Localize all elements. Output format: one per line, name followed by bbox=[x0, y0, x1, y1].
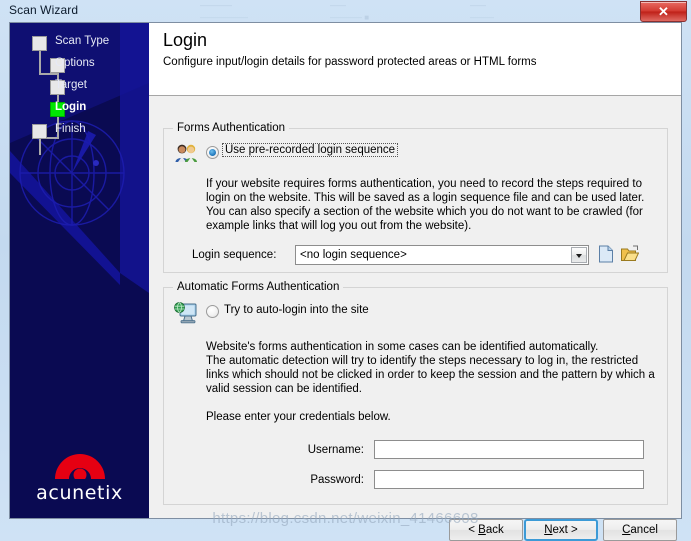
password-input[interactable] bbox=[374, 470, 644, 489]
acunetix-wordmark: acunetix bbox=[36, 482, 123, 504]
forms-authentication-description: If your website requires forms authentic… bbox=[206, 178, 645, 232]
next-button[interactable]: Next > bbox=[524, 519, 598, 541]
close-button[interactable]: ✕ bbox=[640, 1, 687, 22]
title-bar: Scan Wizard ———— —————— —— ———— ■ —— ———… bbox=[0, 0, 691, 22]
sidebar-step-finish[interactable]: Finish bbox=[10, 121, 149, 143]
step-label: Login bbox=[55, 101, 87, 113]
open-folder-icon[interactable] bbox=[621, 245, 639, 263]
page-title: Login bbox=[163, 30, 208, 50]
next-accel: N bbox=[544, 524, 553, 536]
computer-globe-icon bbox=[174, 302, 197, 324]
sidebar-step-options[interactable]: Options bbox=[10, 55, 149, 77]
wizard-step-list: Scan Type Options Target Login Finish bbox=[10, 33, 149, 155]
wizard-client-area: Scan Type Options Target Login Finish ac… bbox=[9, 22, 682, 519]
step-indicator-box bbox=[32, 124, 47, 139]
cancel-button[interactable]: Cancel bbox=[603, 519, 677, 541]
forms-authentication-group-title: Forms Authentication bbox=[173, 122, 290, 134]
automatic-authentication-description: Website's forms authentication in some c… bbox=[206, 341, 655, 395]
acunetix-logo: acunetix bbox=[10, 445, 149, 504]
forms-authentication-group: Forms Authentication Use pre-recorded lo… bbox=[163, 122, 668, 273]
credentials-hint: Please enter your credentials below. bbox=[206, 411, 391, 423]
step-label: Scan Type bbox=[55, 35, 110, 47]
sidebar-step-login[interactable]: Login bbox=[10, 99, 149, 121]
radio-auto-login-label[interactable]: Try to auto-login into the site bbox=[224, 304, 369, 316]
automatic-forms-authentication-group-title: Automatic Forms Authentication bbox=[173, 281, 344, 293]
radio-use-prerecorded-label[interactable]: Use pre-recorded login sequence bbox=[222, 143, 399, 157]
step-label: Options bbox=[55, 57, 95, 69]
background-ghost-text-2: —— ———— ■ bbox=[330, 1, 370, 22]
scan-wizard-window: Scan Wizard ———— —————— —— ———— ■ —— ———… bbox=[0, 0, 691, 541]
back-button[interactable]: < Back bbox=[449, 519, 523, 541]
window-title: Scan Wizard bbox=[9, 3, 79, 17]
step-indicator-box bbox=[32, 36, 47, 51]
cancel-accel: C bbox=[622, 524, 631, 536]
background-ghost-text-3: —— ——— bbox=[470, 1, 494, 22]
automatic-forms-authentication-group: Automatic Forms Authentication Try to au… bbox=[163, 281, 668, 505]
sidebar-step-scan-type[interactable]: Scan Type bbox=[10, 33, 149, 55]
acunetix-logo-icon bbox=[54, 454, 105, 479]
radio-auto-login[interactable] bbox=[206, 305, 219, 318]
login-sequence-value: <no login sequence> bbox=[300, 249, 407, 261]
sidebar-step-target[interactable]: Target bbox=[10, 77, 149, 99]
login-sequence-label: Login sequence: bbox=[192, 249, 277, 261]
username-label: Username: bbox=[307, 444, 364, 456]
page-header: Login Configure input/login details for … bbox=[149, 23, 681, 96]
login-sequence-combo[interactable]: <no login sequence> bbox=[295, 245, 589, 265]
step-label: Target bbox=[55, 79, 87, 91]
wizard-content-pane: Login Configure input/login details for … bbox=[149, 23, 681, 518]
password-label: Password: bbox=[310, 474, 364, 486]
username-input[interactable] bbox=[374, 440, 644, 459]
new-file-icon[interactable] bbox=[598, 245, 614, 263]
wizard-footer: < Back Next > Cancel bbox=[9, 519, 682, 541]
chevron-down-icon[interactable] bbox=[571, 247, 587, 263]
step-label: Finish bbox=[55, 123, 86, 135]
radio-use-prerecorded[interactable] bbox=[206, 146, 219, 159]
page-subtitle: Configure input/login details for passwo… bbox=[163, 56, 537, 68]
background-ghost-text-1: ———— —————— bbox=[200, 1, 248, 22]
back-accel: B bbox=[478, 524, 486, 536]
users-icon bbox=[175, 144, 197, 162]
wizard-sidebar: Scan Type Options Target Login Finish ac… bbox=[10, 23, 149, 518]
